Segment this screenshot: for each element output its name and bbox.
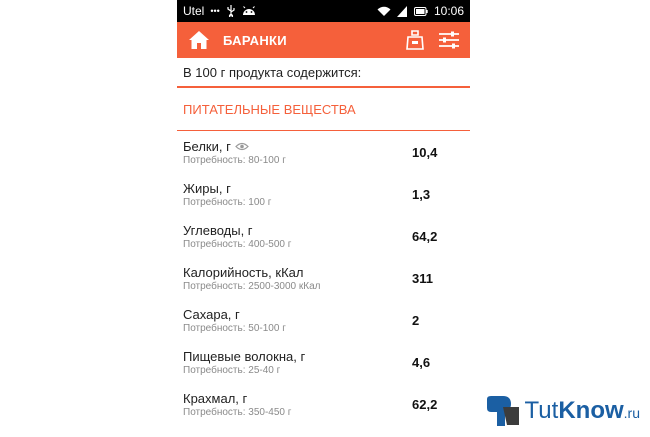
nutrient-value: 64,2 <box>412 229 438 244</box>
nutrient-value: 311 <box>412 271 433 286</box>
nutrient-name: Калорийность, кКал <box>183 265 304 280</box>
home-icon <box>189 31 209 49</box>
nutrient-row[interactable]: Жиры, г Потребность: 100 г 1,3 <box>177 173 470 215</box>
watermark-tut: Tut <box>524 397 559 424</box>
nutrient-row[interactable]: Углеводы, г Потребность: 400-500 г 64,2 <box>177 215 470 257</box>
nutrient-row[interactable]: Крахмал, г Потребность: 350-450 г 62,2 <box>177 383 470 425</box>
nutrient-value: 1,3 <box>412 187 431 202</box>
battery-icon <box>413 6 428 16</box>
clock: 10:06 <box>433 4 464 18</box>
wifi-icon <box>377 6 391 17</box>
nutrient-name: Жиры, г <box>183 181 231 196</box>
status-bar: Utel ••• 10:06 <box>177 0 470 22</box>
nutrient-name: Сахара, г <box>183 307 240 322</box>
nutrient-row[interactable]: Сахара, г Потребность: 50-100 г 2 <box>177 299 470 341</box>
kettlebell-weight-icon <box>406 30 424 50</box>
android-icon <box>242 6 256 16</box>
usb-icon <box>226 5 236 17</box>
nutrient-name: Крахмал, г <box>183 391 248 406</box>
nutrient-name: Белки, г <box>183 139 231 154</box>
nutrient-value: 4,6 <box>412 355 431 370</box>
sliders-icon <box>439 31 459 49</box>
nutrient-need: Потребность: 50-100 г <box>183 323 286 334</box>
nutrient-row[interactable]: Пищевые волокна, г Потребность: 25-40 г … <box>177 341 470 383</box>
nutrient-row[interactable]: Калорийность, кКал Потребность: 2500-300… <box>177 257 470 299</box>
eye-icon[interactable] <box>234 142 249 151</box>
signal-dots: ••• <box>210 6 220 16</box>
nutrient-value: 10,4 <box>412 145 438 160</box>
nutrient-value: 2 <box>412 313 420 328</box>
weight-button[interactable] <box>398 22 432 58</box>
app-bar: БАРАНКИ <box>177 22 470 58</box>
filter-settings-button[interactable] <box>432 22 466 58</box>
tutknow-logo-icon <box>486 396 519 426</box>
nutrient-row[interactable]: Белки, г Потребность: 80-100 г 10,4 <box>177 131 470 173</box>
watermark-ru: .ru <box>623 405 640 421</box>
nutrient-list: Белки, г Потребность: 80-100 г 10,4 Жиры… <box>177 131 470 425</box>
cell-signal-icon <box>396 5 408 17</box>
watermark-know: Know <box>558 397 624 424</box>
app-title: БАРАНКИ <box>223 32 287 48</box>
nutrient-name: Углеводы, г <box>183 223 253 238</box>
nutrient-value: 62,2 <box>412 397 438 412</box>
watermark: TutKnow.ru <box>485 395 640 427</box>
home-button[interactable] <box>181 22 217 58</box>
carrier-name: Utel <box>183 4 205 18</box>
intro-text: В 100 г продукта содержится: <box>177 58 470 88</box>
section-title: ПИТАТЕЛЬНЫЕ ВЕЩЕСТВА <box>177 88 470 131</box>
phone-screen: Utel ••• 10:06 БАРАНКИ В 100 г продукта … <box>177 0 470 437</box>
nutrient-name: Пищевые волокна, г <box>183 349 306 364</box>
